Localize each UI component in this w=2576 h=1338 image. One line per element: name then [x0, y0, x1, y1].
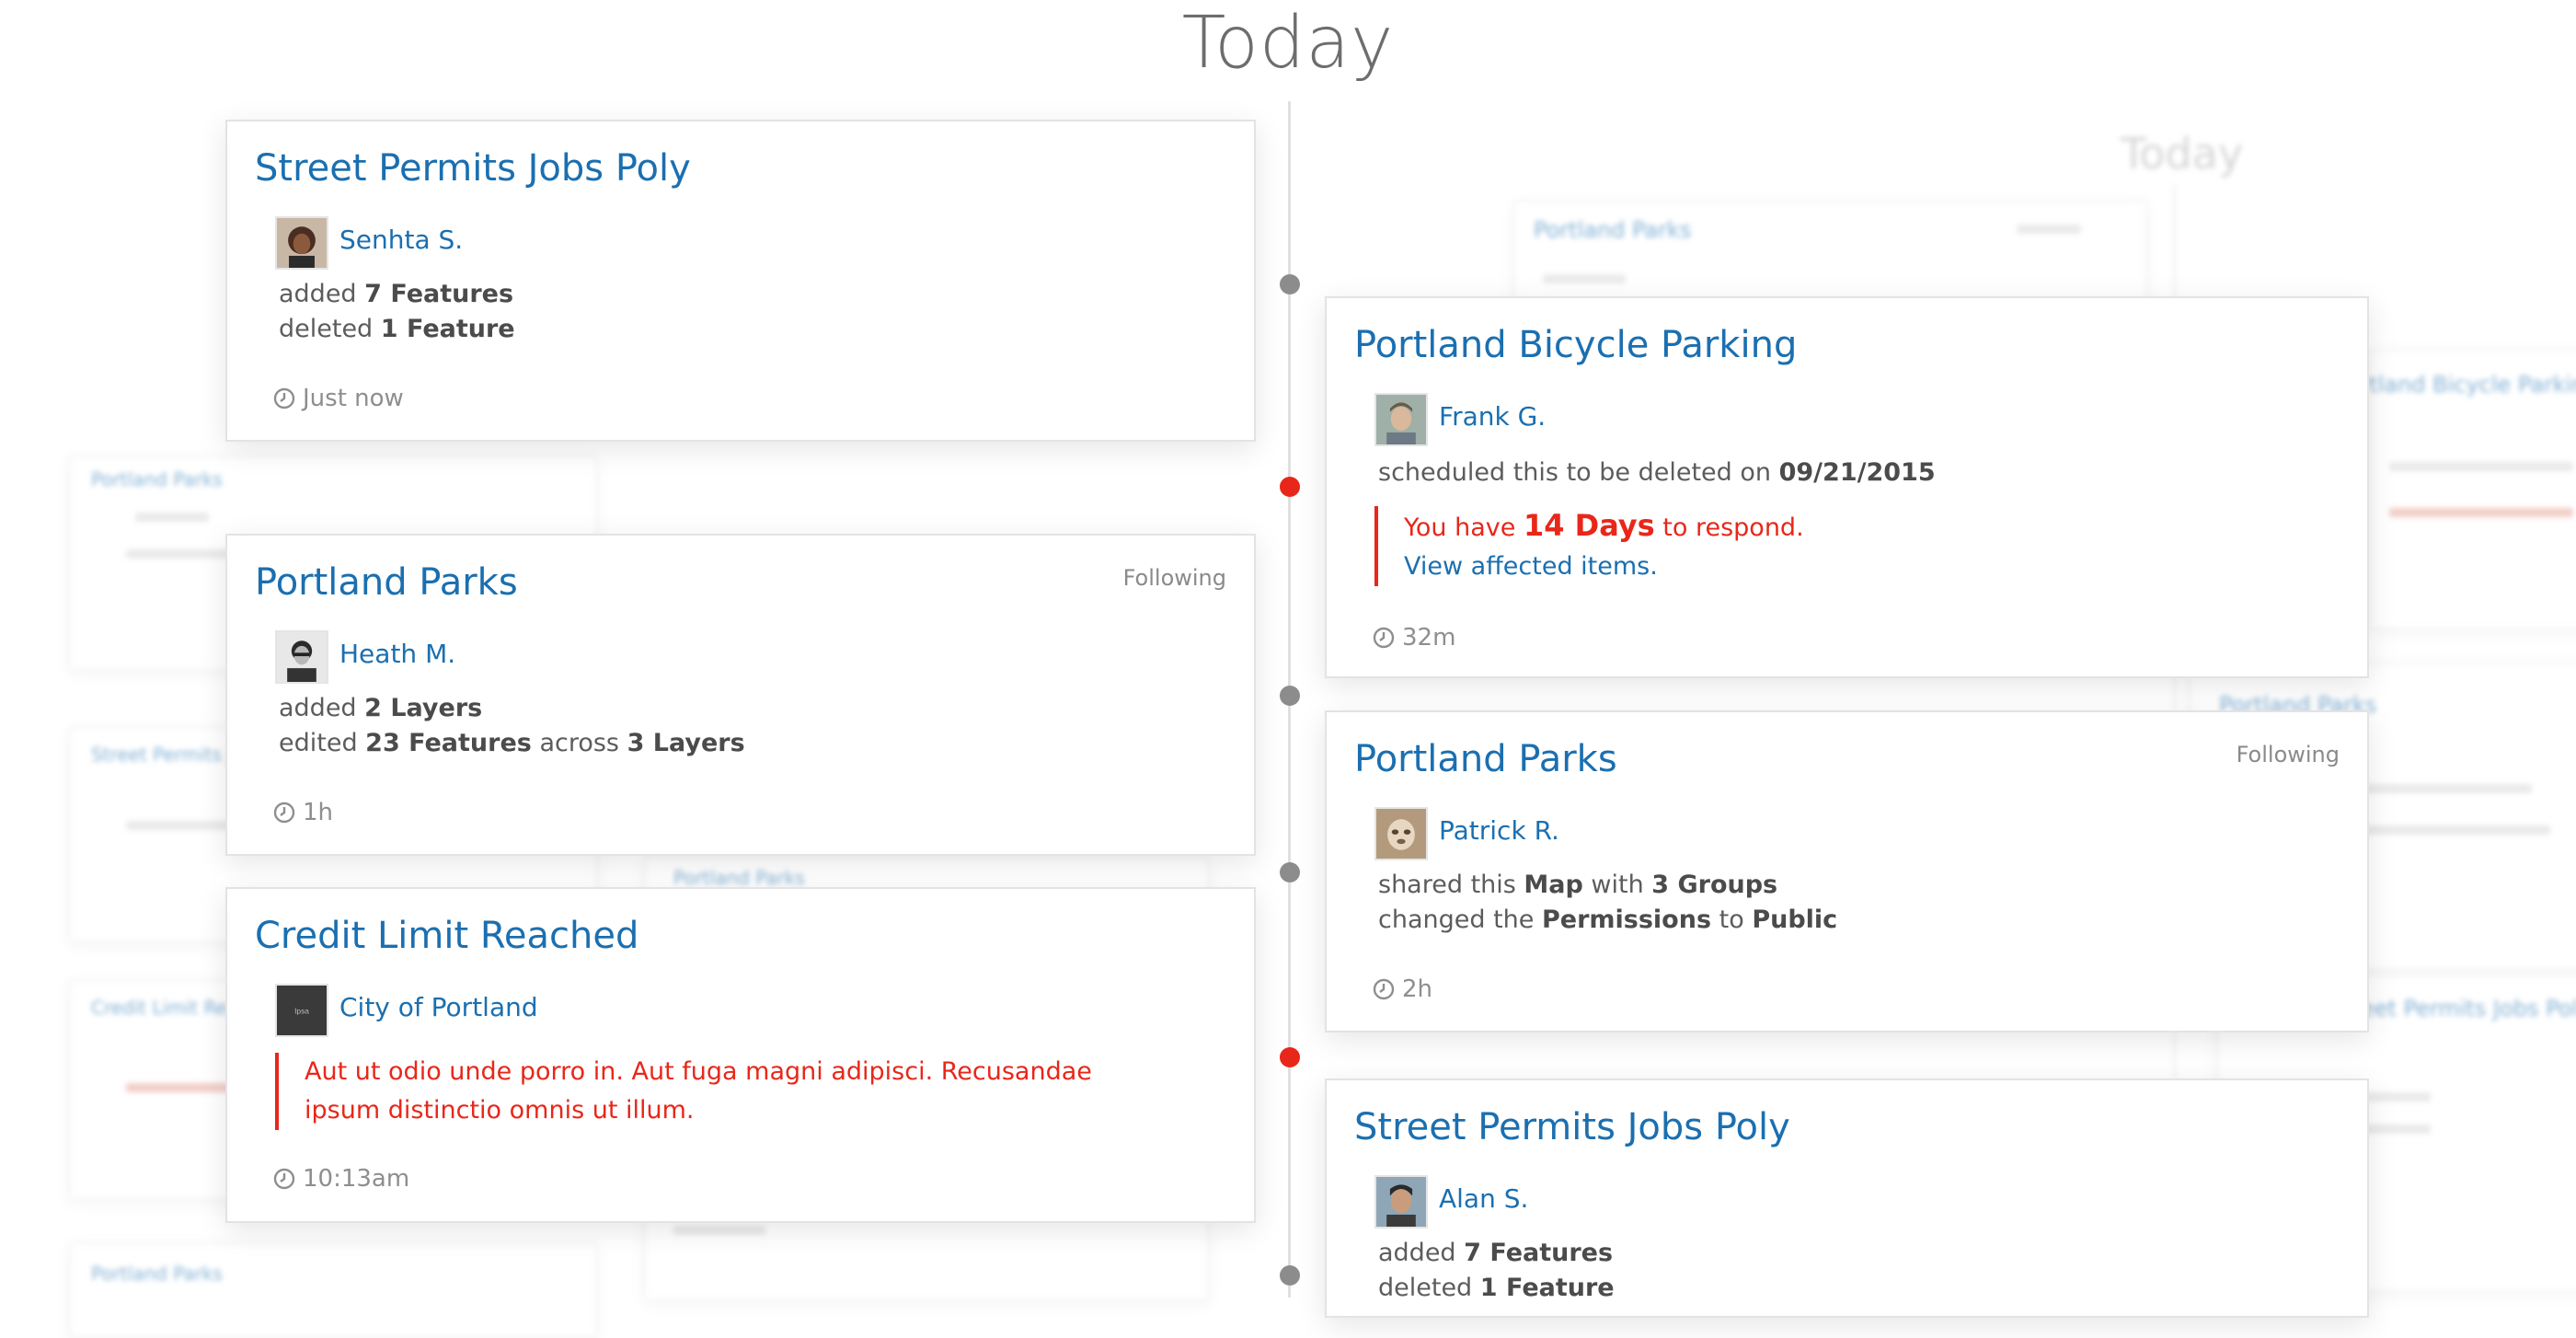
timeline-dot-alert — [1280, 1047, 1300, 1067]
avatar[interactable] — [275, 216, 328, 270]
timeline-dot-alert — [1280, 477, 1300, 497]
view-affected-items-link[interactable]: View affected items. — [1404, 552, 1658, 581]
timestamp: 2h — [1373, 975, 1432, 1003]
card-title[interactable]: Credit Limit Reached — [255, 915, 638, 957]
avatar[interactable] — [1374, 1175, 1428, 1228]
timestamp: 10:13am — [273, 1165, 409, 1193]
timeline-dot — [1280, 274, 1300, 294]
card-title[interactable]: Street Permits Jobs Poly — [255, 147, 691, 190]
activity-line: added 7 Features — [279, 280, 514, 308]
page-title: Today — [1181, 2, 1395, 85]
timestamp: 32m — [1373, 624, 1455, 652]
following-label[interactable]: Following — [1123, 565, 1226, 591]
card-title[interactable]: Portland Parks — [1354, 738, 1617, 780]
clock-icon — [273, 387, 295, 409]
activity-card[interactable]: Street Permits Jobs Poly Senhta S. added… — [225, 120, 1256, 442]
user-name[interactable]: Patrick R. — [1439, 815, 1559, 846]
activity-card[interactable]: Street Permits Jobs Poly Alan S. added 7… — [1325, 1078, 2369, 1318]
card-title[interactable]: Portland Parks — [255, 561, 518, 604]
avatar[interactable] — [1374, 807, 1428, 860]
avatar[interactable] — [275, 630, 328, 684]
background-title: Today — [2121, 129, 2244, 179]
user-name[interactable]: Senhta S. — [339, 225, 463, 255]
timeline-dot — [1280, 686, 1300, 706]
alert-message: Aut ut odio unde porro in. Aut fuga magn… — [275, 1053, 1151, 1130]
clock-icon — [1373, 978, 1395, 1000]
timestamp: Just now — [273, 385, 404, 412]
timeline-dot — [1280, 1265, 1300, 1286]
background-card: Portland Bicycle Parking — [2334, 350, 2576, 629]
activity-line: scheduled this to be deleted on 09/21/20… — [1378, 458, 1936, 487]
activity-card[interactable]: Portland Bicycle Parking Frank G. schedu… — [1325, 296, 2369, 678]
activity-line: changed the Permissions to Public — [1378, 905, 1838, 934]
svg-text:Ipsa: Ipsa — [294, 1007, 309, 1016]
avatar[interactable]: Ipsa — [275, 984, 328, 1037]
clock-icon — [273, 1168, 295, 1190]
card-title[interactable]: Street Permits Jobs Poly — [1354, 1106, 1790, 1148]
activity-line: edited 23 Features across 3 Layers — [279, 729, 745, 757]
activity-line: added 7 Features — [1378, 1239, 1614, 1267]
following-label[interactable]: Following — [2237, 742, 2340, 767]
activity-line: added 2 Layers — [279, 694, 483, 722]
clock-icon — [1373, 627, 1395, 649]
user-name[interactable]: Frank G. — [1439, 401, 1546, 432]
activity-card[interactable]: Portland Parks Following Patrick R. shar… — [1325, 710, 2369, 1032]
activity-card[interactable]: Portland Parks Following Heath M. added … — [225, 534, 1256, 856]
activity-card[interactable]: Credit Limit Reached Ipsa City of Portla… — [225, 887, 1256, 1223]
activity-line: shared this Map with 3 Groups — [1378, 871, 1778, 899]
alert-message: You have 14 Days to respond. View affect… — [1374, 506, 2232, 586]
user-name[interactable]: Alan S. — [1439, 1183, 1528, 1214]
timeline-dot — [1280, 862, 1300, 882]
background-card: Portland Parks — [69, 1242, 597, 1338]
timestamp: 1h — [273, 799, 333, 826]
activity-line: deleted 1 Feature — [279, 315, 515, 343]
card-title[interactable]: Portland Bicycle Parking — [1354, 324, 1797, 366]
user-name[interactable]: City of Portland — [339, 992, 538, 1022]
avatar[interactable] — [1374, 393, 1428, 446]
user-name[interactable]: Heath M. — [339, 639, 455, 669]
clock-icon — [273, 802, 295, 824]
